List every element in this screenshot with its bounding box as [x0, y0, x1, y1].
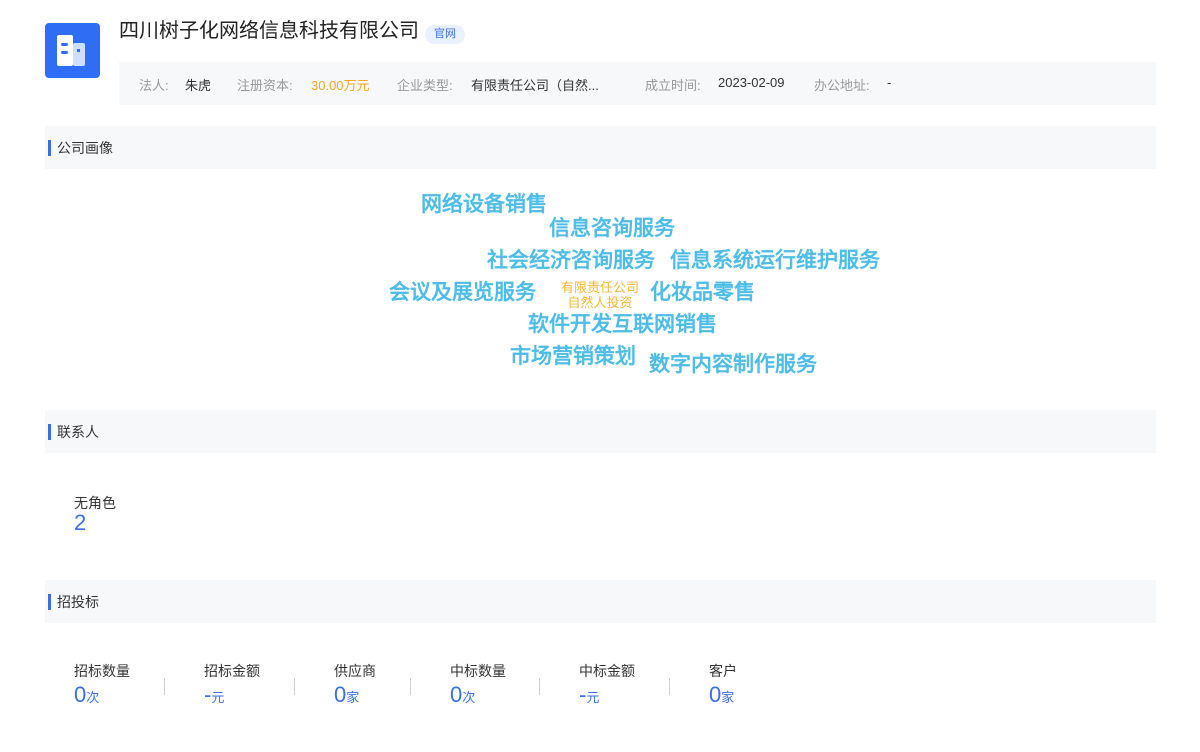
- stat-divider: [164, 678, 165, 695]
- office-address-label: 办公地址:: [814, 78, 870, 93]
- cloud-word: 市场营销策划: [510, 345, 636, 368]
- stat-unit: 元: [211, 690, 225, 705]
- office-address-value: -: [887, 75, 892, 90]
- cloud-word: 软件开发互联网销售: [528, 313, 717, 336]
- stat-value: -元: [204, 681, 260, 712]
- stat-value: 0家: [334, 681, 376, 712]
- stat-label: 中标金额: [579, 663, 635, 679]
- stat-label: 中标数量: [450, 663, 506, 679]
- stat-value: 0次: [450, 681, 506, 712]
- cloud-word: 信息咨询服务: [549, 217, 675, 240]
- stat-unit: 次: [86, 690, 100, 705]
- cloud-word: 网络设备销售: [421, 193, 547, 216]
- contact-count[interactable]: 2: [74, 510, 86, 536]
- stat-win-count: 中标数量 0次: [450, 663, 506, 712]
- cloud-small-word: 有限责任公司: [560, 280, 639, 295]
- cloud-word: 化妆品零售: [650, 281, 755, 304]
- stat-unit: 次: [462, 690, 476, 705]
- section-title: 公司画像: [57, 140, 113, 156]
- stat-tender-count: 招标数量 0次: [74, 663, 130, 712]
- legal-person-label: 法人:: [139, 78, 169, 93]
- registered-capital-value: 30.00万元: [311, 78, 370, 93]
- stat-unit: 家: [721, 690, 735, 705]
- stat-divider: [539, 678, 540, 695]
- stat-number: 0: [709, 682, 722, 707]
- founded-date-label: 成立时间:: [645, 78, 701, 93]
- company-name: 四川树子化网络信息科技有限公司: [119, 20, 419, 42]
- section-accent-bar: [48, 424, 51, 440]
- stat-tender-amount: 招标金额 -元: [204, 663, 260, 712]
- stat-unit: 家: [346, 690, 360, 705]
- stat-number: 0: [450, 682, 463, 707]
- stat-value: 0家: [709, 681, 737, 712]
- building-icon: [57, 35, 85, 66]
- stat-label: 客户: [709, 663, 737, 679]
- stat-number: 0: [74, 682, 87, 707]
- stat-label: 供应商: [334, 663, 376, 679]
- stat-label: 招标数量: [74, 663, 130, 679]
- stat-customers: 客户 0家: [709, 663, 737, 712]
- company-info-bar: 法人: 朱虎 注册资本: 30.00万元 企业类型: 有限责任公司（自然... …: [119, 62, 1156, 105]
- stat-suppliers: 供应商 0家: [334, 663, 376, 712]
- legal-person-value[interactable]: 朱虎: [185, 75, 211, 94]
- cloud-word: 信息系统运行维护服务: [670, 249, 880, 272]
- section-title: 招投标: [57, 594, 99, 610]
- cloud-word: 数字内容制作服务: [649, 353, 817, 376]
- stat-unit: 元: [586, 690, 600, 705]
- founded-date-value: 2023-02-09: [718, 75, 785, 90]
- section-header-portrait: 公司画像: [45, 126, 1156, 169]
- cloud-small-word: 自然人投资: [567, 295, 633, 310]
- section-title: 联系人: [57, 424, 99, 440]
- company-type-value: 有限责任公司（自然...: [471, 78, 599, 93]
- section-accent-bar: [48, 594, 51, 610]
- company-logo: [45, 23, 100, 78]
- stat-value: -元: [579, 681, 635, 712]
- stat-label: 招标金额: [204, 663, 260, 679]
- company-type-label: 企业类型:: [397, 78, 453, 93]
- section-header-bidding: 招投标: [45, 580, 1156, 623]
- cloud-word: 会议及展览服务: [389, 281, 536, 304]
- stat-number: 0: [334, 682, 347, 707]
- section-accent-bar: [48, 140, 51, 156]
- stat-win-amount: 中标金额 -元: [579, 663, 635, 712]
- registered-capital-label: 注册资本:: [237, 78, 293, 93]
- section-header-contacts: 联系人: [45, 410, 1156, 453]
- cloud-small-words: 有限责任公司 自然人投资: [557, 280, 643, 310]
- stat-divider: [294, 678, 295, 695]
- official-site-badge[interactable]: 官网: [425, 25, 465, 44]
- stat-value: 0次: [74, 681, 130, 712]
- cloud-word: 社会经济咨询服务: [487, 249, 655, 272]
- stat-divider: [410, 678, 411, 695]
- stat-divider: [669, 678, 670, 695]
